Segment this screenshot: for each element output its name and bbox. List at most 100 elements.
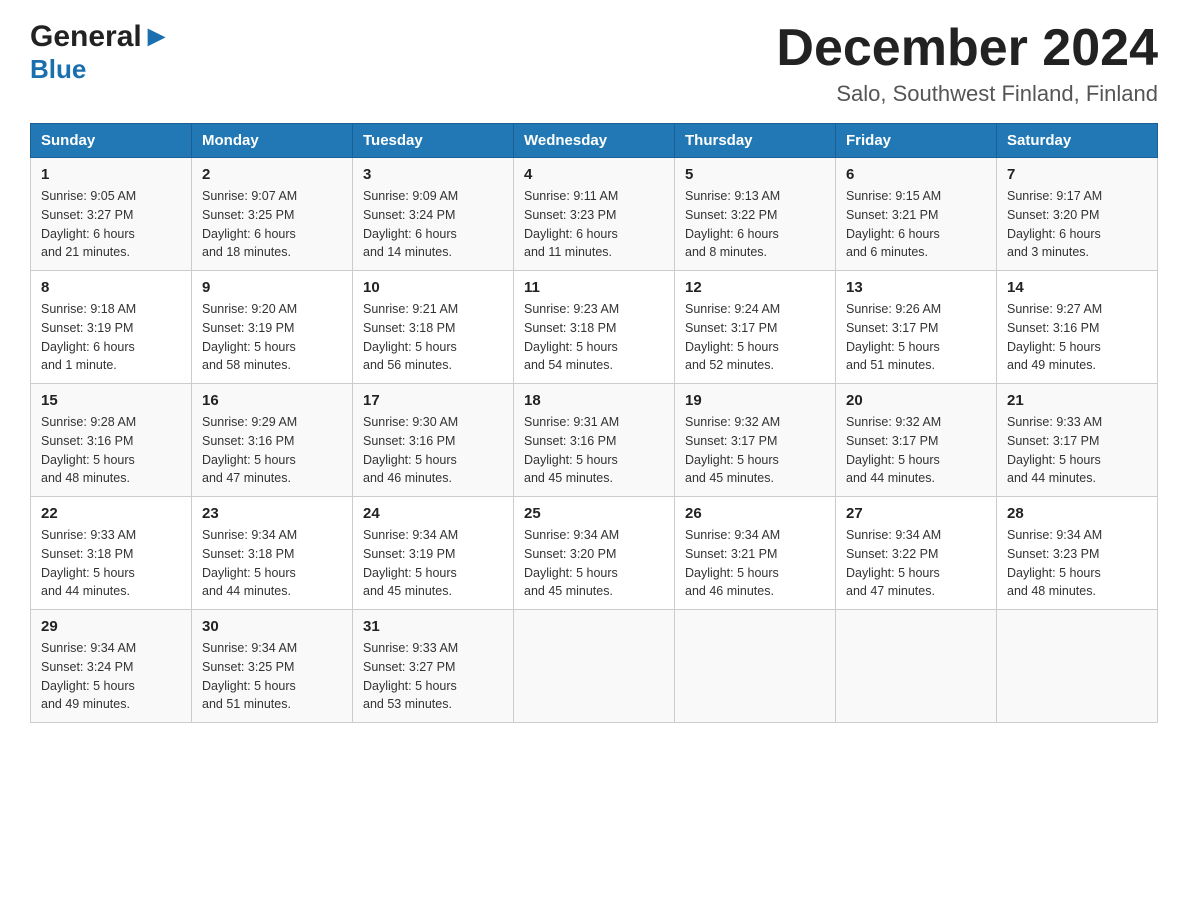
day-info: Sunrise: 9:34 AMSunset: 3:21 PMDaylight:… xyxy=(685,526,825,601)
day-number: 3 xyxy=(363,166,503,183)
day-info: Sunrise: 9:34 AMSunset: 3:20 PMDaylight:… xyxy=(524,526,664,601)
logo-image: General► xyxy=(30,20,171,54)
col-monday: Monday xyxy=(192,124,353,158)
calendar-cell xyxy=(675,610,836,723)
day-info: Sunrise: 9:34 AMSunset: 3:25 PMDaylight:… xyxy=(202,639,342,714)
month-title: December 2024 xyxy=(776,20,1158,77)
day-info: Sunrise: 9:34 AMSunset: 3:23 PMDaylight:… xyxy=(1007,526,1147,601)
day-info: Sunrise: 9:05 AMSunset: 3:27 PMDaylight:… xyxy=(41,187,181,262)
calendar-cell: 23Sunrise: 9:34 AMSunset: 3:18 PMDayligh… xyxy=(192,497,353,610)
calendar-cell: 26 Sunrise: 9:34 AMSunset: 3:21 PMDayligh… xyxy=(675,497,836,610)
calendar-week-row: 8 Sunrise: 9:18 AMSunset: 3:19 PMDaylight… xyxy=(31,271,1158,384)
day-number: 16 xyxy=(202,392,342,409)
calendar-cell xyxy=(514,610,675,723)
day-number: 20 xyxy=(846,392,986,409)
day-info: Sunrise: 9:33 AMSunset: 3:27 PMDaylight:… xyxy=(363,639,503,714)
calendar-cell: 13Sunrise: 9:26 AMSunset: 3:17 PMDayligh… xyxy=(836,271,997,384)
calendar-cell xyxy=(836,610,997,723)
location-text: Salo, Southwest Finland, Finland xyxy=(776,81,1158,107)
calendar-cell: 28Sunrise: 9:34 AMSunset: 3:23 PMDayligh… xyxy=(997,497,1158,610)
day-info: Sunrise: 9:33 AMSunset: 3:18 PMDaylight:… xyxy=(41,526,181,601)
day-info: Sunrise: 9:33 AMSunset: 3:17 PMDaylight:… xyxy=(1007,413,1147,488)
day-info: Sunrise: 9:32 AMSunset: 3:17 PMDaylight:… xyxy=(846,413,986,488)
calendar-cell xyxy=(997,610,1158,723)
calendar-cell: 2 Sunrise: 9:07 AMSunset: 3:25 PMDaylight… xyxy=(192,158,353,271)
calendar-cell: 29Sunrise: 9:34 AMSunset: 3:24 PMDayligh… xyxy=(31,610,192,723)
calendar-body: 1 Sunrise: 9:05 AMSunset: 3:27 PMDaylight… xyxy=(31,158,1158,723)
calendar-cell: 27 Sunrise: 9:34 AMSunset: 3:22 PMDayligh… xyxy=(836,497,997,610)
day-number: 7 xyxy=(1007,166,1147,183)
day-info: Sunrise: 9:09 AMSunset: 3:24 PMDaylight:… xyxy=(363,187,503,262)
calendar-cell: 4 Sunrise: 9:11 AMSunset: 3:23 PMDaylight… xyxy=(514,158,675,271)
calendar-cell: 30Sunrise: 9:34 AMSunset: 3:25 PMDayligh… xyxy=(192,610,353,723)
day-number: 9 xyxy=(202,279,342,296)
calendar-cell: 14Sunrise: 9:27 AMSunset: 3:16 PMDayligh… xyxy=(997,271,1158,384)
title-block: December 2024 Salo, Southwest Finland, F… xyxy=(776,20,1158,107)
calendar-week-row: 29Sunrise: 9:34 AMSunset: 3:24 PMDayligh… xyxy=(31,610,1158,723)
day-number: 31 xyxy=(363,618,503,635)
calendar-cell: 22Sunrise: 9:33 AMSunset: 3:18 PMDayligh… xyxy=(31,497,192,610)
day-number: 8 xyxy=(41,279,181,296)
day-info: Sunrise: 9:11 AMSunset: 3:23 PMDaylight:… xyxy=(524,187,664,262)
day-number: 2 xyxy=(202,166,342,183)
day-number: 18 xyxy=(524,392,664,409)
calendar-header: Sunday Monday Tuesday Wednesday Thursday… xyxy=(31,124,1158,158)
calendar-cell: 7 Sunrise: 9:17 AMSunset: 3:20 PMDaylight… xyxy=(997,158,1158,271)
day-info: Sunrise: 9:30 AMSunset: 3:16 PMDaylight:… xyxy=(363,413,503,488)
calendar-week-row: 22Sunrise: 9:33 AMSunset: 3:18 PMDayligh… xyxy=(31,497,1158,610)
calendar-cell: 8 Sunrise: 9:18 AMSunset: 3:19 PMDaylight… xyxy=(31,271,192,384)
day-info: Sunrise: 9:34 AMSunset: 3:19 PMDaylight:… xyxy=(363,526,503,601)
day-info: Sunrise: 9:28 AMSunset: 3:16 PMDaylight:… xyxy=(41,413,181,488)
col-thursday: Thursday xyxy=(675,124,836,158)
calendar-cell: 10Sunrise: 9:21 AMSunset: 3:18 PMDayligh… xyxy=(353,271,514,384)
day-number: 27 xyxy=(846,505,986,522)
logo: General► Blue xyxy=(30,20,171,85)
day-info: Sunrise: 9:07 AMSunset: 3:25 PMDaylight:… xyxy=(202,187,342,262)
calendar-week-row: 1 Sunrise: 9:05 AMSunset: 3:27 PMDaylight… xyxy=(31,158,1158,271)
day-info: Sunrise: 9:31 AMSunset: 3:16 PMDaylight:… xyxy=(524,413,664,488)
day-number: 26 xyxy=(685,505,825,522)
logo-arrow-icon: ► xyxy=(142,20,172,53)
day-info: Sunrise: 9:15 AMSunset: 3:21 PMDaylight:… xyxy=(846,187,986,262)
calendar-cell: 1 Sunrise: 9:05 AMSunset: 3:27 PMDaylight… xyxy=(31,158,192,271)
day-number: 12 xyxy=(685,279,825,296)
calendar-cell: 5 Sunrise: 9:13 AMSunset: 3:22 PMDaylight… xyxy=(675,158,836,271)
day-info: Sunrise: 9:13 AMSunset: 3:22 PMDaylight:… xyxy=(685,187,825,262)
col-saturday: Saturday xyxy=(997,124,1158,158)
day-number: 23 xyxy=(202,505,342,522)
day-info: Sunrise: 9:29 AMSunset: 3:16 PMDaylight:… xyxy=(202,413,342,488)
calendar-cell: 15 Sunrise: 9:28 AMSunset: 3:16 PMDayligh… xyxy=(31,384,192,497)
day-number: 25 xyxy=(524,505,664,522)
calendar-cell: 20 Sunrise: 9:32 AMSunset: 3:17 PMDayligh… xyxy=(836,384,997,497)
calendar-cell: 16 Sunrise: 9:29 AMSunset: 3:16 PMDayligh… xyxy=(192,384,353,497)
day-info: Sunrise: 9:32 AMSunset: 3:17 PMDaylight:… xyxy=(685,413,825,488)
day-number: 24 xyxy=(363,505,503,522)
day-number: 4 xyxy=(524,166,664,183)
day-number: 13 xyxy=(846,279,986,296)
calendar-cell: 31 Sunrise: 9:33 AMSunset: 3:27 PMDayligh… xyxy=(353,610,514,723)
logo-general-text: General► xyxy=(30,20,171,54)
day-number: 6 xyxy=(846,166,986,183)
calendar-cell: 18 Sunrise: 9:31 AMSunset: 3:16 PMDayligh… xyxy=(514,384,675,497)
day-number: 1 xyxy=(41,166,181,183)
calendar-table: Sunday Monday Tuesday Wednesday Thursday… xyxy=(30,123,1158,723)
day-number: 15 xyxy=(41,392,181,409)
day-info: Sunrise: 9:21 AMSunset: 3:18 PMDaylight:… xyxy=(363,300,503,375)
day-info: Sunrise: 9:17 AMSunset: 3:20 PMDaylight:… xyxy=(1007,187,1147,262)
calendar-cell: 25 Sunrise: 9:34 AMSunset: 3:20 PMDayligh… xyxy=(514,497,675,610)
day-info: Sunrise: 9:18 AMSunset: 3:19 PMDaylight:… xyxy=(41,300,181,375)
day-number: 19 xyxy=(685,392,825,409)
logo-blue-text: Blue xyxy=(30,54,86,85)
calendar-cell: 24 Sunrise: 9:34 AMSunset: 3:19 PMDayligh… xyxy=(353,497,514,610)
day-number: 14 xyxy=(1007,279,1147,296)
day-info: Sunrise: 9:23 AMSunset: 3:18 PMDaylight:… xyxy=(524,300,664,375)
calendar-cell: 11Sunrise: 9:23 AMSunset: 3:18 PMDayligh… xyxy=(514,271,675,384)
day-info: Sunrise: 9:34 AMSunset: 3:22 PMDaylight:… xyxy=(846,526,986,601)
col-wednesday: Wednesday xyxy=(514,124,675,158)
day-number: 5 xyxy=(685,166,825,183)
calendar-cell: 17Sunrise: 9:30 AMSunset: 3:16 PMDayligh… xyxy=(353,384,514,497)
col-friday: Friday xyxy=(836,124,997,158)
col-sunday: Sunday xyxy=(31,124,192,158)
calendar-cell: 6 Sunrise: 9:15 AMSunset: 3:21 PMDaylight… xyxy=(836,158,997,271)
day-number: 29 xyxy=(41,618,181,635)
